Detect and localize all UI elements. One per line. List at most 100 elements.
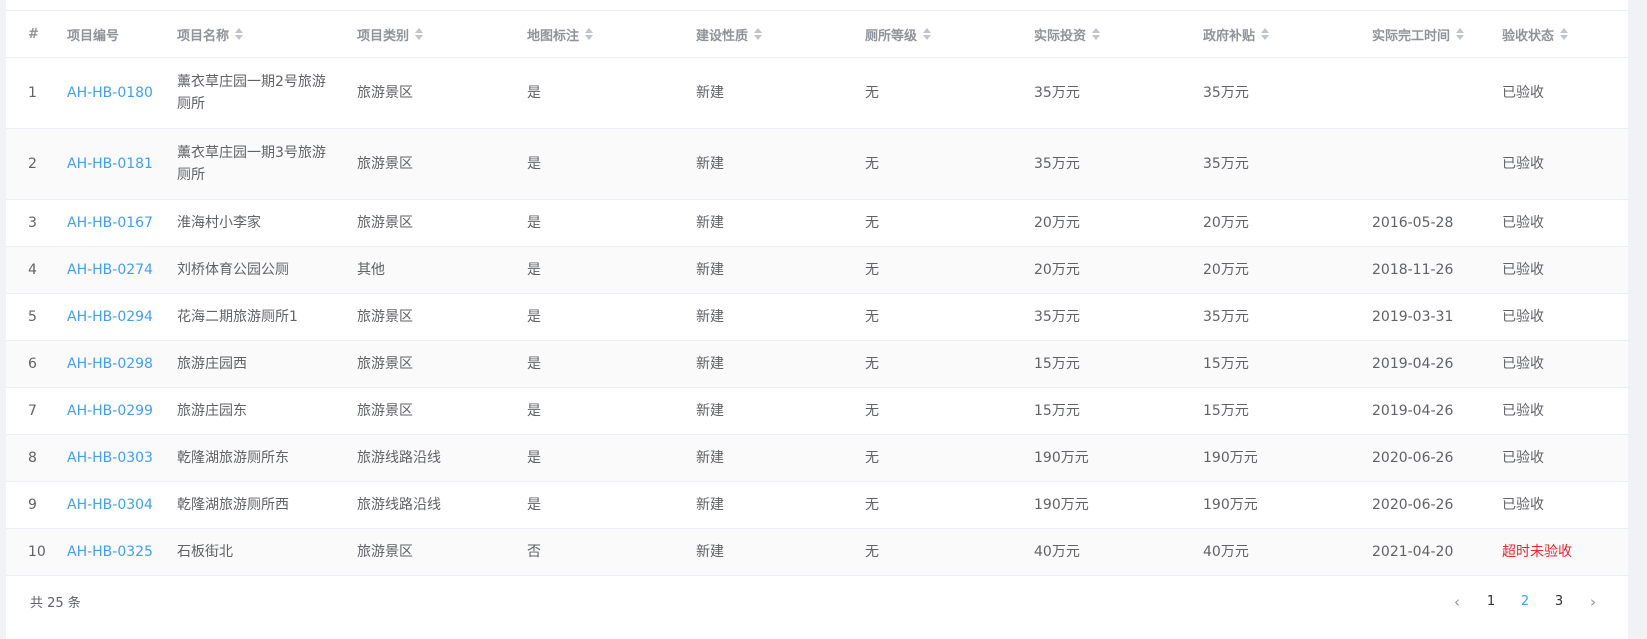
cell-category: 旅游景区 bbox=[357, 199, 527, 247]
header-name[interactable]: 项目名称 bbox=[177, 11, 357, 58]
cell-map: 是 bbox=[527, 199, 696, 247]
cell-name: 旅游庄园西 bbox=[177, 340, 357, 388]
cell-name: 旅游庄园东 bbox=[177, 387, 357, 435]
chevron-left-icon[interactable]: ‹ bbox=[1440, 588, 1474, 616]
cell-subsidy: 35万元 bbox=[1203, 128, 1372, 200]
cell-map: 否 bbox=[527, 528, 696, 576]
header-code: 项目编号 bbox=[67, 11, 177, 58]
cell-index: 10 bbox=[6, 528, 67, 576]
cell-map: 是 bbox=[527, 387, 696, 435]
cell-invest: 190万元 bbox=[1034, 434, 1203, 482]
header-subsidy-label: 政府补贴 bbox=[1203, 28, 1256, 44]
sort-caret-icon[interactable] bbox=[235, 28, 244, 40]
table-row: 7 AH-HB-0299 旅游庄园东 旅游景区 是 新建 无 15万元 15万元… bbox=[6, 387, 1628, 435]
cell-date: 2016-05-28 bbox=[1372, 199, 1502, 247]
sort-caret-icon[interactable] bbox=[1456, 28, 1465, 40]
cell-status: 已验收 bbox=[1502, 340, 1628, 388]
cell-code-link[interactable]: AH-HB-0167 bbox=[67, 199, 177, 247]
cell-status: 已验收 bbox=[1502, 387, 1628, 435]
table-row: 10 AH-HB-0325 石板街北 旅游景区 否 新建 无 40万元 40万元… bbox=[6, 528, 1628, 576]
total-count: 共 25 条 bbox=[30, 596, 81, 611]
cell-code-link[interactable]: AH-HB-0294 bbox=[67, 293, 177, 341]
cell-map: 是 bbox=[527, 246, 696, 294]
cell-index: 5 bbox=[6, 293, 67, 341]
cell-name: 花海二期旅游厕所1 bbox=[177, 293, 357, 341]
sort-caret-icon[interactable] bbox=[415, 28, 424, 40]
header-subsidy[interactable]: 政府补贴 bbox=[1203, 11, 1372, 58]
cell-name: 刘桥体育公园公厕 bbox=[177, 246, 357, 294]
sort-caret-icon[interactable] bbox=[923, 28, 932, 40]
cell-status: 已验收 bbox=[1502, 293, 1628, 341]
cell-invest: 35万元 bbox=[1034, 57, 1203, 129]
cell-code-link[interactable]: AH-HB-0303 bbox=[67, 434, 177, 482]
project-table: # 项目编号 项目名称 项目类别 地图标注 建设性质 厕所等级 实际投资 政府补… bbox=[6, 11, 1628, 576]
cell-build: 新建 bbox=[696, 481, 865, 529]
cell-invest: 40万元 bbox=[1034, 528, 1203, 576]
cell-date: 2019-03-31 bbox=[1372, 293, 1502, 341]
cell-category: 旅游景区 bbox=[357, 57, 527, 129]
cell-invest: 15万元 bbox=[1034, 387, 1203, 435]
cell-subsidy: 15万元 bbox=[1203, 387, 1372, 435]
cell-category: 旅游景区 bbox=[357, 340, 527, 388]
chevron-right-icon[interactable]: › bbox=[1576, 588, 1610, 616]
page-1-button[interactable]: 1 bbox=[1474, 588, 1508, 616]
header-grade[interactable]: 厕所等级 bbox=[865, 11, 1034, 58]
pagination: ‹ 1 2 3 › bbox=[1440, 588, 1610, 616]
cell-index: 9 bbox=[6, 481, 67, 529]
cell-grade: 无 bbox=[865, 340, 1034, 388]
cell-build: 新建 bbox=[696, 128, 865, 200]
cell-date: 2019-04-26 bbox=[1372, 387, 1502, 435]
project-table-card: # 项目编号 项目名称 项目类别 地图标注 建设性质 厕所等级 实际投资 政府补… bbox=[6, 0, 1628, 639]
cell-category: 旅游景区 bbox=[357, 387, 527, 435]
cell-build: 新建 bbox=[696, 340, 865, 388]
header-date-label: 实际完工时间 bbox=[1372, 28, 1451, 44]
cell-code-link[interactable]: AH-HB-0181 bbox=[67, 128, 177, 200]
cell-grade: 无 bbox=[865, 246, 1034, 294]
cell-subsidy: 190万元 bbox=[1203, 434, 1372, 482]
header-name-label: 项目名称 bbox=[177, 28, 230, 44]
cell-name-text: 薰衣草庄园一期3号旅游厕所 bbox=[177, 145, 326, 183]
header-status[interactable]: 验收状态 bbox=[1502, 11, 1628, 58]
header-category[interactable]: 项目类别 bbox=[357, 11, 527, 58]
cell-grade: 无 bbox=[865, 481, 1034, 529]
cell-grade: 无 bbox=[865, 434, 1034, 482]
cell-invest: 15万元 bbox=[1034, 340, 1203, 388]
cell-date bbox=[1372, 128, 1502, 200]
cell-code-link[interactable]: AH-HB-0180 bbox=[67, 57, 177, 129]
cell-grade: 无 bbox=[865, 128, 1034, 200]
header-build-label: 建设性质 bbox=[696, 28, 749, 44]
header-map[interactable]: 地图标注 bbox=[527, 11, 696, 58]
table-footer: 共 25 条 ‹ 1 2 3 › bbox=[6, 582, 1628, 622]
cell-code-link[interactable]: AH-HB-0298 bbox=[67, 340, 177, 388]
cell-status: 已验收 bbox=[1502, 481, 1628, 529]
cell-name: 乾隆湖旅游厕所东 bbox=[177, 434, 357, 482]
cell-code-link[interactable]: AH-HB-0304 bbox=[67, 481, 177, 529]
sort-caret-icon[interactable] bbox=[1560, 28, 1569, 40]
cell-code-link[interactable]: AH-HB-0299 bbox=[67, 387, 177, 435]
cell-map: 是 bbox=[527, 293, 696, 341]
page-2-button[interactable]: 2 bbox=[1508, 588, 1542, 616]
cell-status-overdue: 超时未验收 bbox=[1502, 528, 1628, 576]
header-invest[interactable]: 实际投资 bbox=[1034, 11, 1203, 58]
cell-index: 7 bbox=[6, 387, 67, 435]
header-date[interactable]: 实际完工时间 bbox=[1372, 11, 1502, 58]
table-row: 1 AH-HB-0180 薰衣草庄园一期2号旅游厕所 旅游景区 是 新建 无 3… bbox=[6, 57, 1628, 129]
cell-invest: 190万元 bbox=[1034, 481, 1203, 529]
header-build[interactable]: 建设性质 bbox=[696, 11, 865, 58]
page-3-button[interactable]: 3 bbox=[1542, 588, 1576, 616]
cell-name: 石板街北 bbox=[177, 528, 357, 576]
sort-caret-icon[interactable] bbox=[1261, 28, 1270, 40]
card-top-strip bbox=[6, 0, 1628, 11]
sort-caret-icon[interactable] bbox=[1092, 28, 1101, 40]
cell-map: 是 bbox=[527, 481, 696, 529]
sort-caret-icon[interactable] bbox=[754, 28, 763, 40]
cell-invest: 20万元 bbox=[1034, 246, 1203, 294]
cell-code-link[interactable]: AH-HB-0274 bbox=[67, 246, 177, 294]
cell-code-link[interactable]: AH-HB-0325 bbox=[67, 528, 177, 576]
sort-caret-icon[interactable] bbox=[585, 28, 594, 40]
table-header-row: # 项目编号 项目名称 项目类别 地图标注 建设性质 厕所等级 实际投资 政府补… bbox=[6, 11, 1628, 58]
cell-invest: 20万元 bbox=[1034, 199, 1203, 247]
cell-status: 已验收 bbox=[1502, 434, 1628, 482]
header-index: # bbox=[6, 11, 67, 58]
cell-map: 是 bbox=[527, 340, 696, 388]
